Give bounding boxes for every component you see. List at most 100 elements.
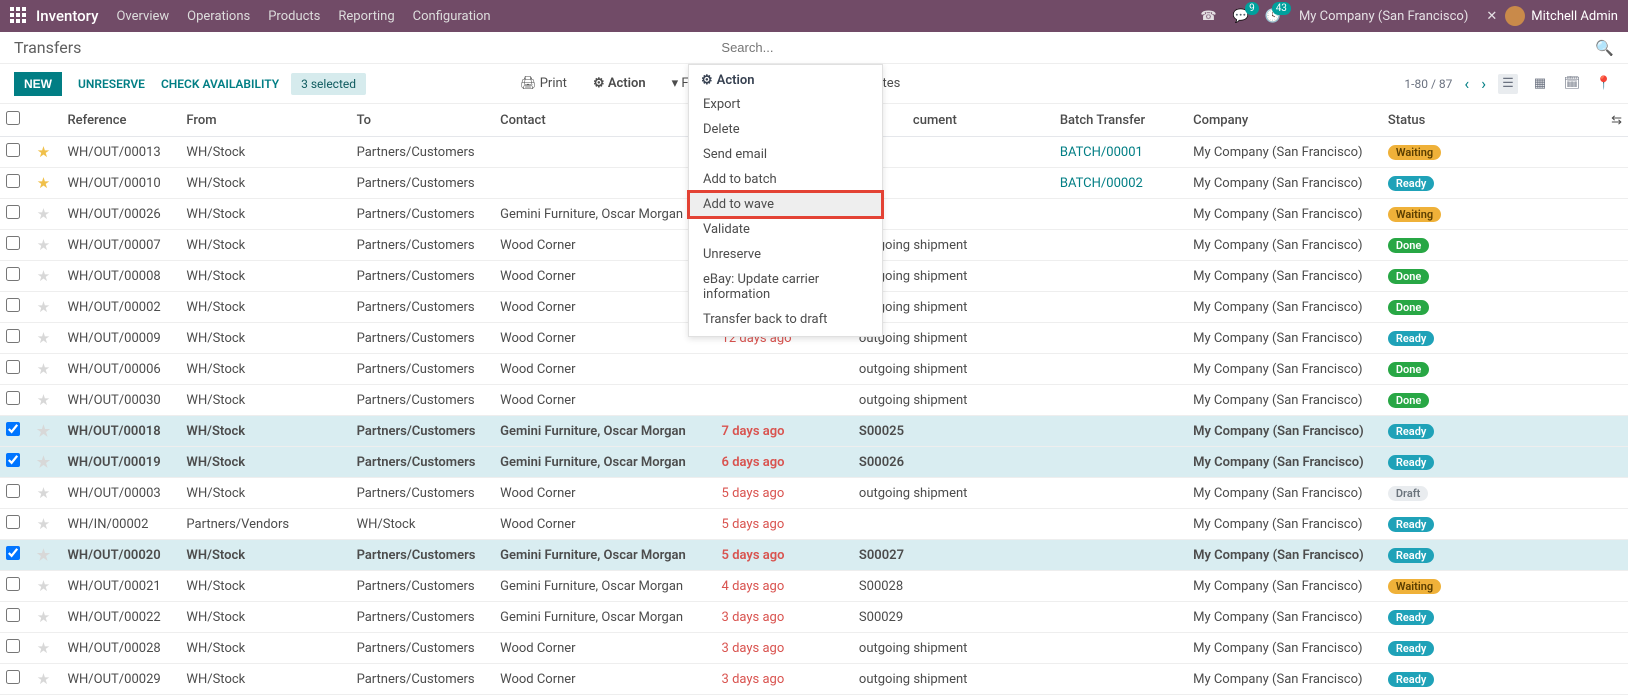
priority-star-icon[interactable]: ★: [37, 236, 50, 254]
action-menu-item[interactable]: Send email: [689, 142, 882, 167]
print-dropdown[interactable]: 🖨 Print: [520, 76, 567, 91]
nav-item-products[interactable]: Products: [268, 9, 320, 24]
action-menu-item[interactable]: Unreserve: [689, 242, 882, 267]
col-company[interactable]: Company: [1187, 104, 1382, 137]
view-calendar-icon[interactable]: 🗓: [1562, 74, 1582, 94]
company-switcher[interactable]: My Company (San Francisco): [1299, 9, 1468, 24]
row-checkbox[interactable]: [6, 329, 20, 343]
table-row[interactable]: ★WH/OUT/00028WH/StockPartners/CustomersW…: [0, 633, 1628, 664]
batch-link[interactable]: BATCH/00001: [1060, 145, 1143, 160]
user-menu[interactable]: Mitchell Admin: [1505, 6, 1618, 26]
pager[interactable]: 1-80 / 87: [1404, 77, 1452, 91]
view-kanban-icon[interactable]: ▦: [1530, 74, 1550, 94]
table-row[interactable]: ★WH/OUT/00018WH/StockPartners/CustomersG…: [0, 416, 1628, 447]
unreserve-button[interactable]: UNRESERVE: [78, 77, 145, 91]
action-menu-item[interactable]: Add to wave: [689, 192, 882, 217]
selection-count[interactable]: 3 selected: [291, 73, 366, 95]
priority-star-icon[interactable]: ★: [37, 577, 50, 595]
priority-star-icon[interactable]: ★: [37, 298, 50, 316]
action-menu-item[interactable]: Delete: [689, 117, 882, 142]
nav-item-operations[interactable]: Operations: [187, 9, 250, 24]
row-checkbox[interactable]: [6, 360, 20, 374]
priority-star-icon[interactable]: ★: [37, 670, 50, 688]
row-checkbox[interactable]: [6, 608, 20, 622]
table-row[interactable]: ★WH/OUT/00019WH/StockPartners/CustomersG…: [0, 447, 1628, 478]
priority-star-icon[interactable]: ★: [37, 360, 50, 378]
priority-star-icon[interactable]: ★: [37, 391, 50, 409]
priority-star-icon[interactable]: ★: [37, 515, 50, 533]
view-map-icon[interactable]: 📍: [1594, 74, 1614, 94]
table-row[interactable]: ★WH/IN/00002Partners/VendorsWH/StockWood…: [0, 509, 1628, 540]
action-menu-item[interactable]: Add to batch: [689, 167, 882, 192]
col-from[interactable]: From: [180, 104, 350, 137]
table-row[interactable]: ★WH/OUT/00022WH/StockPartners/CustomersG…: [0, 602, 1628, 633]
row-checkbox[interactable]: [6, 670, 20, 684]
priority-star-icon[interactable]: ★: [37, 453, 50, 471]
table-row[interactable]: ★WH/OUT/00003WH/StockPartners/CustomersW…: [0, 478, 1628, 509]
col-status[interactable]: Status: [1382, 104, 1587, 137]
view-list-icon[interactable]: ☰: [1498, 74, 1518, 94]
action-menu-item[interactable]: eBay: Update carrier information: [689, 267, 882, 307]
row-checkbox[interactable]: [6, 143, 20, 157]
table-row[interactable]: ★WH/OUT/00020WH/StockPartners/CustomersG…: [0, 540, 1628, 571]
optional-columns-icon[interactable]: ⇆: [1611, 113, 1622, 128]
row-checkbox[interactable]: [6, 484, 20, 498]
cell-from: WH/Stock: [180, 354, 350, 385]
pager-next-icon[interactable]: ›: [1481, 74, 1486, 93]
priority-star-icon[interactable]: ★: [37, 484, 50, 502]
table-row[interactable]: ★WH/OUT/00030WH/StockPartners/CustomersW…: [0, 385, 1628, 416]
row-checkbox[interactable]: [6, 453, 20, 467]
action-dropdown[interactable]: ⚙ Action: [593, 76, 646, 91]
tray-voip-icon[interactable]: ☎: [1200, 9, 1216, 24]
search-input[interactable]: [721, 40, 1595, 55]
table-row[interactable]: ★WH/OUT/00006WH/StockPartners/CustomersW…: [0, 354, 1628, 385]
row-checkbox[interactable]: [6, 577, 20, 591]
app-brand[interactable]: Inventory: [36, 7, 98, 25]
table-row[interactable]: ★WH/OUT/00021WH/StockPartners/CustomersG…: [0, 571, 1628, 602]
search-box[interactable]: [721, 40, 1595, 56]
apps-icon[interactable]: [10, 7, 28, 25]
batch-link[interactable]: BATCH/00002: [1060, 176, 1143, 191]
priority-star-icon[interactable]: ★: [37, 174, 50, 192]
priority-star-icon[interactable]: ★: [37, 639, 50, 657]
check-availability-button[interactable]: CHECK AVAILABILITY: [161, 77, 279, 91]
row-checkbox[interactable]: [6, 422, 20, 436]
tray-messages-icon[interactable]: 💬9: [1233, 9, 1249, 24]
col-reference[interactable]: Reference: [62, 104, 181, 137]
pager-prev-icon[interactable]: ‹: [1464, 74, 1469, 93]
action-menu-item[interactable]: Validate: [689, 217, 882, 242]
tray-activities-icon[interactable]: 🕓43: [1265, 9, 1281, 24]
row-checkbox[interactable]: [6, 515, 20, 529]
action-menu-item[interactable]: Export: [689, 92, 882, 117]
row-checkbox[interactable]: [6, 267, 20, 281]
priority-star-icon[interactable]: ★: [37, 422, 50, 440]
priority-star-icon[interactable]: ★: [37, 329, 50, 347]
row-checkbox[interactable]: [6, 236, 20, 250]
nav-item-reporting[interactable]: Reporting: [338, 9, 394, 24]
priority-star-icon[interactable]: ★: [37, 608, 50, 626]
cell-scheduled: 7 days ago: [716, 416, 853, 447]
col-to[interactable]: To: [351, 104, 495, 137]
priority-star-icon[interactable]: ★: [37, 267, 50, 285]
new-button[interactable]: NEW: [14, 72, 62, 96]
row-checkbox[interactable]: [6, 174, 20, 188]
nav-item-configuration[interactable]: Configuration: [413, 9, 491, 24]
row-checkbox[interactable]: [6, 546, 20, 560]
table-row[interactable]: ★WH/OUT/00029WH/StockPartners/CustomersW…: [0, 664, 1628, 695]
action-menu-item[interactable]: Transfer back to draft: [689, 307, 882, 332]
col-contact[interactable]: Contact: [494, 104, 715, 137]
cell-status: Ready: [1382, 447, 1587, 478]
row-checkbox[interactable]: [6, 391, 20, 405]
search-icon[interactable]: 🔍: [1595, 39, 1614, 57]
nav-item-overview[interactable]: Overview: [116, 9, 169, 24]
priority-star-icon[interactable]: ★: [37, 205, 50, 223]
debug-icon[interactable]: ✕: [1486, 9, 1497, 24]
priority-star-icon[interactable]: ★: [37, 143, 50, 161]
row-checkbox[interactable]: [6, 639, 20, 653]
col-source[interactable]: cument: [853, 104, 1054, 137]
row-checkbox[interactable]: [6, 205, 20, 219]
row-checkbox[interactable]: [6, 298, 20, 312]
select-all-checkbox[interactable]: [6, 111, 20, 125]
priority-star-icon[interactable]: ★: [37, 546, 50, 564]
col-batch[interactable]: Batch Transfer: [1054, 104, 1187, 137]
